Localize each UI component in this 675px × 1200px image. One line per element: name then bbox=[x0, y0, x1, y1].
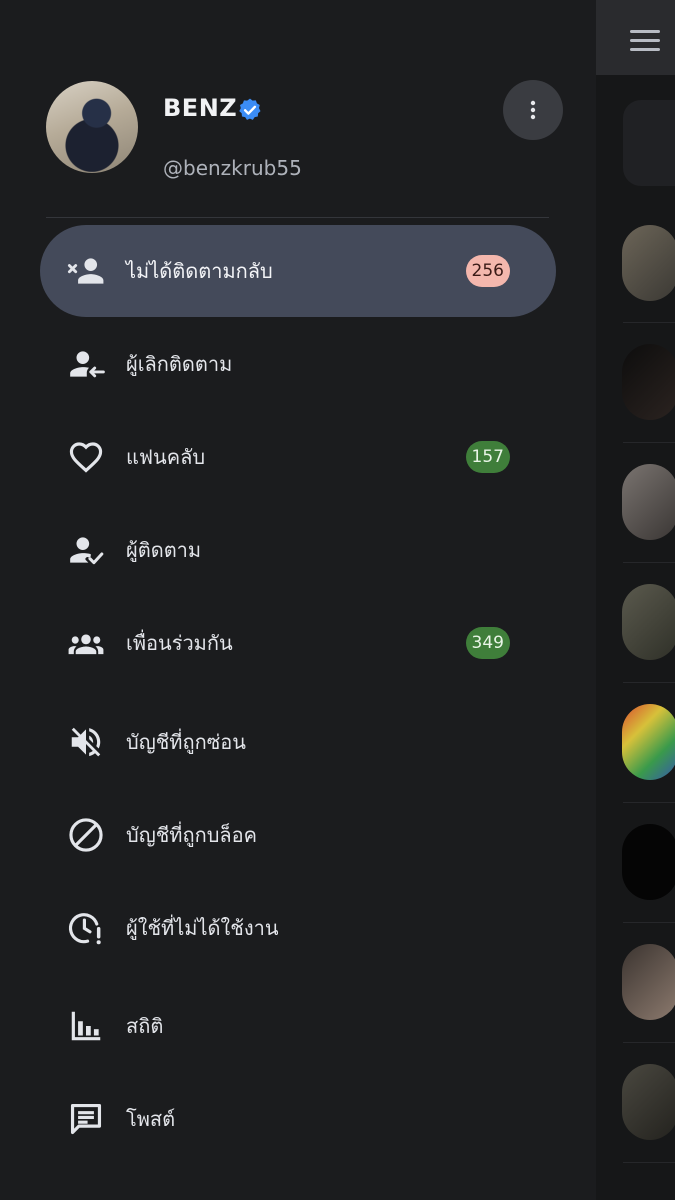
person-left-arrow-icon bbox=[66, 344, 106, 384]
profile-handle: @benzkrub55 bbox=[163, 156, 302, 180]
clock-alert-icon bbox=[66, 908, 106, 948]
more-options-button[interactable] bbox=[503, 80, 563, 140]
menu-item-fans[interactable]: แฟนคลับ 157 bbox=[40, 411, 556, 503]
menu-item-label: สถิติ bbox=[126, 1014, 164, 1038]
background-avatar bbox=[622, 824, 675, 900]
background-avatar bbox=[622, 944, 675, 1020]
background-search-box bbox=[623, 100, 675, 186]
menu-item-inactive-users[interactable]: ผู้ใช้ที่ไม่ได้ใช้งาน bbox=[40, 882, 556, 974]
menu-item-label: เพื่อนร่วมกัน bbox=[126, 631, 233, 655]
verified-badge-icon bbox=[239, 98, 261, 120]
volume-off-icon bbox=[66, 722, 106, 762]
menu-item-label: ไม่ได้ติดตามกลับ bbox=[126, 259, 273, 283]
more-vertical-icon bbox=[530, 100, 536, 120]
background-avatar bbox=[622, 225, 675, 301]
navigation-drawer: BENZ @benzkrub55 ไม่ได้ติดตามกลับ 256 ผู… bbox=[0, 0, 596, 1200]
count-badge: 256 bbox=[465, 255, 510, 287]
menu-item-muted-accounts[interactable]: บัญชีที่ถูกซ่อน bbox=[40, 696, 556, 788]
profile-name: BENZ bbox=[163, 94, 238, 122]
menu-item-label: ผู้เลิกติดตาม bbox=[126, 352, 233, 376]
profile-divider bbox=[46, 217, 549, 218]
menu-item-unfollowers[interactable]: ผู้เลิกติดตาม bbox=[40, 318, 556, 410]
background-avatar bbox=[622, 344, 675, 420]
profile-avatar[interactable] bbox=[46, 81, 138, 173]
menu-item-statistics[interactable]: สถิติ bbox=[40, 980, 556, 1072]
menu-item-not-following-back[interactable]: ไม่ได้ติดตามกลับ 256 bbox=[40, 225, 556, 317]
menu-item-followers[interactable]: ผู้ติดตาม bbox=[40, 504, 556, 596]
group-icon bbox=[66, 623, 106, 663]
background-avatar bbox=[622, 464, 675, 540]
menu-item-mutual-friends[interactable]: เพื่อนร่วมกัน 349 bbox=[40, 597, 556, 689]
menu-item-label: แฟนคลับ bbox=[126, 445, 206, 469]
person-check-icon bbox=[66, 530, 106, 570]
background-avatar bbox=[622, 1064, 675, 1140]
message-icon bbox=[66, 1099, 106, 1139]
menu-item-posts[interactable]: โพสต์ bbox=[40, 1073, 556, 1165]
heart-icon bbox=[66, 437, 106, 477]
background-avatar bbox=[622, 584, 675, 660]
menu-item-label: บัญชีที่ถูกบล็อค bbox=[126, 823, 258, 847]
background-topbar bbox=[596, 0, 675, 75]
menu-item-label: บัญชีที่ถูกซ่อน bbox=[126, 730, 246, 754]
menu-item-label: ผู้ติดตาม bbox=[126, 538, 202, 562]
bar-chart-icon bbox=[66, 1006, 106, 1046]
block-icon bbox=[66, 815, 106, 855]
person-remove-icon bbox=[66, 251, 106, 291]
menu-item-label: ผู้ใช้ที่ไม่ได้ใช้งาน bbox=[126, 916, 279, 940]
background-avatar bbox=[622, 704, 675, 780]
menu-item-label: โพสต์ bbox=[126, 1107, 176, 1131]
hamburger-menu-icon[interactable] bbox=[630, 30, 660, 52]
menu-item-blocked-accounts[interactable]: บัญชีที่ถูกบล็อค bbox=[40, 789, 556, 881]
count-badge: 349 bbox=[465, 627, 510, 659]
background-app bbox=[596, 0, 675, 1200]
count-badge: 157 bbox=[465, 441, 510, 473]
